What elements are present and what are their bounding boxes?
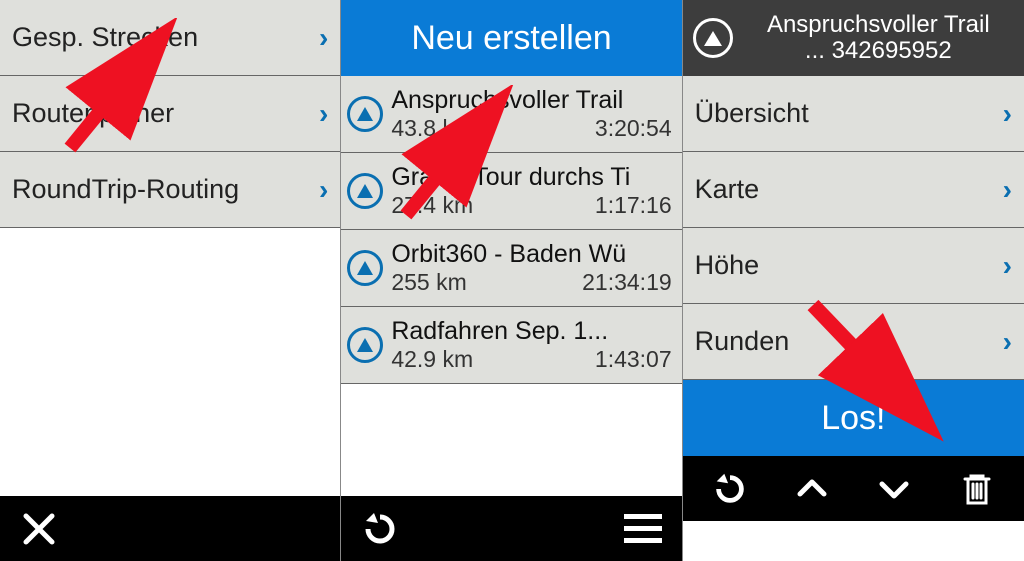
track-item-2[interactable]: Orbit360 - Baden Wü 255 km 21:34:19	[341, 230, 681, 307]
detail-menu-map[interactable]: Karte ›	[683, 152, 1024, 228]
track-distance: 255 km	[391, 269, 501, 296]
chevron-right-icon: ›	[1003, 174, 1012, 206]
screen-track-detail: Anspruchsvoller Trail ... 342695952 Über…	[683, 0, 1024, 561]
menu-item-saved-tracks[interactable]: Gesp. Strecken ›	[0, 0, 340, 76]
menu-label: Runden	[695, 326, 1003, 357]
track-text: Gravel-Tour durchs Ti 27.4 km 1:17:16	[391, 163, 671, 219]
track-header-sub: ... 342695952	[743, 38, 1014, 64]
go-button[interactable]: Los!	[683, 380, 1024, 456]
course-icon	[347, 250, 383, 286]
menu-label: Übersicht	[695, 98, 1003, 129]
menu-label: Routenplaner	[12, 98, 319, 129]
chevron-right-icon: ›	[1003, 250, 1012, 282]
track-distance: 43.8 km	[391, 115, 501, 142]
menu-item-route-planner[interactable]: Routenplaner ›	[0, 76, 340, 152]
track-title: Orbit360 - Baden Wü	[391, 240, 671, 269]
track-text: Orbit360 - Baden Wü 255 km 21:34:19	[391, 240, 671, 296]
screen-saved-tracks: Neu erstellen Anspruchsvoller Trail 43.8…	[341, 0, 682, 561]
header-label: Neu erstellen	[411, 19, 611, 58]
track-time: 1:43:07	[595, 346, 672, 373]
track-title: Gravel-Tour durchs Ti	[391, 163, 671, 192]
empty-space	[341, 384, 681, 496]
track-title: Radfahren Sep. 1...	[391, 317, 671, 346]
menu-item-roundtrip-routing[interactable]: RoundTrip-Routing ›	[0, 152, 340, 228]
create-new-button[interactable]: Neu erstellen	[341, 0, 681, 76]
track-time: 1:17:16	[595, 192, 672, 219]
screen-navigation-menu: Gesp. Strecken › Routenplaner › RoundTri…	[0, 0, 341, 561]
track-item-0[interactable]: Anspruchsvoller Trail 43.8 km 3:20:54	[341, 76, 681, 153]
track-item-3[interactable]: Radfahren Sep. 1... 42.9 km 1:43:07	[341, 307, 681, 384]
menu-icon[interactable]	[618, 504, 668, 554]
bottom-bar	[341, 496, 681, 561]
menu-label: Karte	[695, 174, 1003, 205]
chevron-right-icon: ›	[319, 98, 328, 130]
bottom-bar	[0, 496, 340, 561]
track-text: Radfahren Sep. 1... 42.9 km 1:43:07	[391, 317, 671, 373]
course-icon	[347, 96, 383, 132]
back-icon[interactable]	[705, 464, 755, 514]
menu-label: Gesp. Strecken	[12, 22, 319, 53]
track-distance: 42.9 km	[391, 346, 501, 373]
down-icon[interactable]	[869, 464, 919, 514]
empty-space	[0, 228, 340, 496]
go-label: Los!	[821, 399, 885, 438]
course-icon	[347, 327, 383, 363]
trash-icon[interactable]	[952, 464, 1002, 514]
up-icon[interactable]	[787, 464, 837, 514]
track-time: 3:20:54	[595, 115, 672, 142]
menu-label: RoundTrip-Routing	[12, 174, 319, 205]
track-time: 21:34:19	[582, 269, 672, 296]
detail-menu-overview[interactable]: Übersicht ›	[683, 76, 1024, 152]
detail-menu-laps[interactable]: Runden ›	[683, 304, 1024, 380]
track-item-1[interactable]: Gravel-Tour durchs Ti 27.4 km 1:17:16	[341, 153, 681, 230]
chevron-right-icon: ›	[1003, 98, 1012, 130]
track-distance: 27.4 km	[391, 192, 501, 219]
track-header-title: Anspruchsvoller Trail	[743, 12, 1014, 38]
bottom-bar	[683, 456, 1024, 521]
chevron-right-icon: ›	[319, 22, 328, 54]
track-text: Anspruchsvoller Trail 43.8 km 3:20:54	[391, 86, 671, 142]
course-icon	[693, 18, 733, 58]
chevron-right-icon: ›	[1003, 326, 1012, 358]
track-header: Anspruchsvoller Trail ... 342695952	[683, 0, 1024, 76]
menu-label: Höhe	[695, 250, 1003, 281]
close-icon[interactable]	[14, 504, 64, 554]
track-title: Anspruchsvoller Trail	[391, 86, 671, 115]
detail-menu-elevation[interactable]: Höhe ›	[683, 228, 1024, 304]
back-icon[interactable]	[355, 504, 405, 554]
course-icon	[347, 173, 383, 209]
chevron-right-icon: ›	[319, 174, 328, 206]
